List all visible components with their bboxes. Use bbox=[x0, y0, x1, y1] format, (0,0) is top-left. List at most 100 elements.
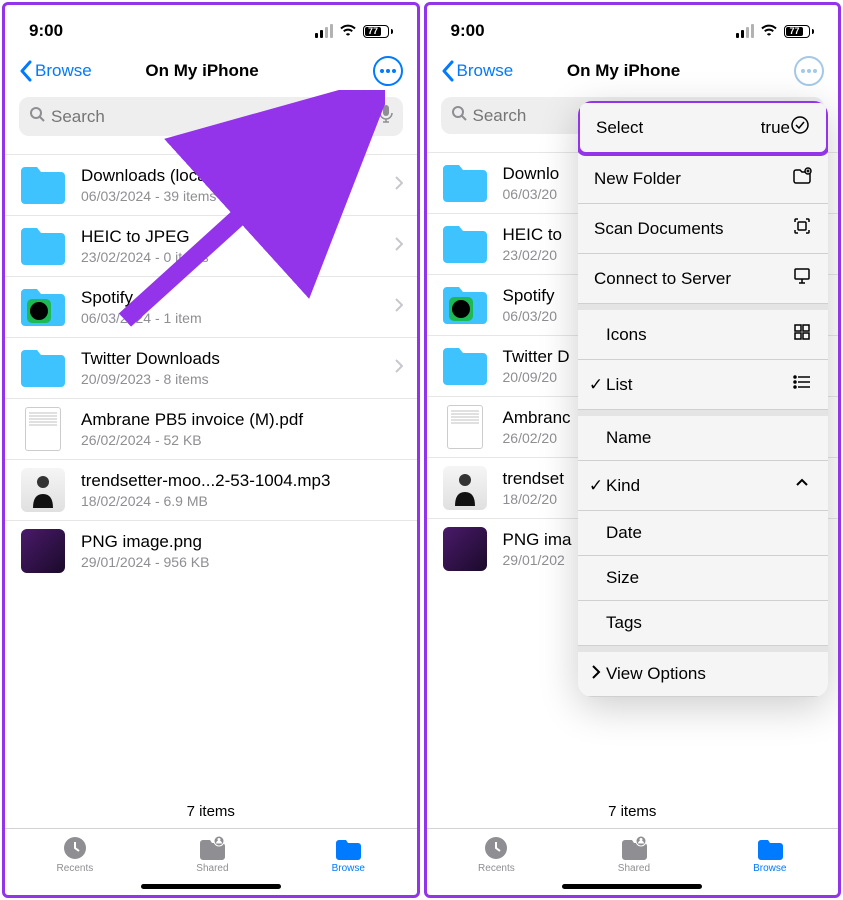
check-icon: ✓ bbox=[586, 476, 606, 496]
menu-sort-tags[interactable]: Tags bbox=[578, 601, 828, 646]
item-count: 7 items bbox=[5, 795, 417, 828]
status-time: 9:00 bbox=[29, 21, 63, 41]
server-icon bbox=[792, 266, 812, 291]
tab-browse[interactable]: Browse bbox=[332, 835, 365, 874]
menu-view-options[interactable]: View Options bbox=[578, 652, 828, 697]
file-name: PNG image.png bbox=[81, 532, 403, 552]
folder-icon bbox=[441, 346, 489, 386]
menu-sort-date[interactable]: Date bbox=[578, 511, 828, 556]
search-input[interactable] bbox=[51, 107, 373, 127]
folder-row[interactable]: HEIC to JPEG23/02/2024 - 0 items bbox=[5, 216, 417, 277]
file-meta: 06/03/2024 - 1 item bbox=[81, 310, 381, 326]
file-name: Ambrane PB5 invoice (M).pdf bbox=[81, 410, 403, 430]
file-meta: 18/02/2024 - 6.9 MB bbox=[81, 493, 403, 509]
chevron-right-icon bbox=[395, 237, 403, 256]
tab-label: Recents bbox=[57, 863, 94, 874]
tab-recents[interactable]: Recents bbox=[57, 835, 94, 874]
check-icon: ✓ bbox=[586, 375, 606, 395]
menu-icons-view[interactable]: Icons bbox=[578, 310, 828, 360]
search-bar[interactable] bbox=[19, 97, 403, 136]
context-menu: Selecttrue New Folder Scan Documents Con… bbox=[578, 101, 828, 697]
file-meta: 06/03/2024 - 39 items bbox=[81, 188, 381, 204]
tab-bar: Recents Shared Browse bbox=[427, 828, 839, 878]
status-icons: 77 bbox=[315, 22, 393, 41]
tab-label: Shared bbox=[196, 863, 228, 874]
tab-bar: Recents Shared Browse bbox=[5, 828, 417, 878]
list-icon bbox=[792, 372, 812, 397]
battery-icon: 77 bbox=[784, 25, 814, 38]
folder-icon bbox=[441, 224, 489, 264]
tab-label: Shared bbox=[618, 863, 650, 874]
wifi-icon bbox=[760, 22, 778, 41]
cellular-signal-icon bbox=[315, 24, 333, 38]
tab-shared[interactable]: Shared bbox=[618, 835, 650, 874]
tab-browse[interactable]: Browse bbox=[753, 835, 786, 874]
folder-icon bbox=[19, 226, 67, 266]
more-options-button[interactable] bbox=[794, 56, 824, 86]
document-icon bbox=[441, 407, 489, 447]
audio-thumbnail bbox=[441, 468, 489, 508]
file-row[interactable]: PNG image.png 29/01/2024 - 956 KB bbox=[5, 521, 417, 581]
search-icon bbox=[29, 106, 45, 127]
more-options-button[interactable] bbox=[373, 56, 403, 86]
microphone-icon[interactable] bbox=[379, 105, 393, 128]
chevron-right-icon bbox=[395, 298, 403, 317]
folder-row[interactable]: Spotify 06/03/2024 - 1 item bbox=[5, 277, 417, 338]
nav-header: Browse On My iPhone bbox=[5, 49, 417, 93]
tab-shared[interactable]: Shared bbox=[196, 835, 228, 874]
tab-label: Browse bbox=[332, 863, 365, 874]
item-count: 7 items bbox=[427, 795, 839, 828]
file-name: Spotify bbox=[81, 288, 381, 308]
phone-screen-right: 9:00 77 Browse On My iPhone Downlo06/03/… bbox=[424, 2, 842, 898]
menu-scan-documents[interactable]: Scan Documents bbox=[578, 204, 828, 254]
nav-header: Browse On My iPhone bbox=[427, 49, 839, 93]
home-indicator[interactable] bbox=[141, 884, 281, 889]
grid-icon bbox=[792, 322, 812, 347]
file-meta: 23/02/2024 - 0 items bbox=[81, 249, 381, 265]
menu-sort-name[interactable]: Name bbox=[578, 416, 828, 461]
file-meta: 20/09/2023 - 8 items bbox=[81, 371, 381, 387]
tab-recents[interactable]: Recents bbox=[478, 835, 515, 874]
menu-select[interactable]: Selecttrue bbox=[578, 101, 828, 156]
chevron-right-icon bbox=[586, 664, 606, 684]
audio-thumbnail bbox=[19, 470, 67, 510]
menu-connect-server[interactable]: Connect to Server bbox=[578, 254, 828, 304]
folder-icon bbox=[441, 285, 489, 325]
folder-plus-icon bbox=[792, 166, 812, 191]
chevron-right-icon bbox=[395, 359, 403, 378]
menu-new-folder[interactable]: New Folder bbox=[578, 154, 828, 204]
menu-sort-kind[interactable]: ✓ Kind bbox=[578, 461, 828, 511]
tab-label: Recents bbox=[478, 863, 515, 874]
folder-icon bbox=[441, 163, 489, 203]
menu-sort-size[interactable]: Size bbox=[578, 556, 828, 601]
file-row[interactable]: trendsetter-moo...2-53-1004.mp318/02/202… bbox=[5, 460, 417, 521]
folder-icon bbox=[19, 348, 67, 388]
file-list: Downloads (local) 06/03/2024 - 39 items H… bbox=[5, 144, 417, 795]
chevron-right-icon bbox=[395, 176, 403, 195]
search-icon bbox=[451, 105, 467, 126]
folder-row[interactable]: Twitter Downloads 20/09/2023 - 8 items bbox=[5, 338, 417, 399]
status-time: 9:00 bbox=[451, 21, 485, 41]
tab-label: Browse bbox=[753, 863, 786, 874]
file-meta: 29/01/2024 - 956 KB bbox=[81, 554, 403, 570]
folder-icon bbox=[19, 287, 67, 327]
file-name: Twitter Downloads bbox=[81, 349, 381, 369]
file-name: Downloads (local) bbox=[81, 166, 381, 186]
document-icon bbox=[19, 409, 67, 449]
status-bar: 9:00 77 bbox=[5, 5, 417, 49]
scan-icon bbox=[792, 216, 812, 241]
menu-list-view[interactable]: ✓ List bbox=[578, 360, 828, 410]
status-icons: 77 bbox=[736, 22, 814, 41]
phone-screen-left: 9:00 77 Browse On My iPhone Downloads (l… bbox=[2, 2, 420, 898]
file-meta: 26/02/2024 - 52 KB bbox=[81, 432, 403, 448]
page-title: On My iPhone bbox=[32, 61, 373, 81]
page-title: On My iPhone bbox=[453, 61, 794, 81]
file-row[interactable]: Ambrane PB5 invoice (M).pdf 26/02/2024 - … bbox=[5, 399, 417, 460]
cellular-signal-icon bbox=[736, 24, 754, 38]
home-indicator[interactable] bbox=[562, 884, 702, 889]
wifi-icon bbox=[339, 22, 357, 41]
folder-row[interactable]: Downloads (local) 06/03/2024 - 39 items bbox=[5, 154, 417, 216]
chevron-up-icon bbox=[792, 473, 812, 498]
status-bar: 9:00 77 bbox=[427, 5, 839, 49]
checkmark-circle-icon bbox=[790, 115, 810, 140]
